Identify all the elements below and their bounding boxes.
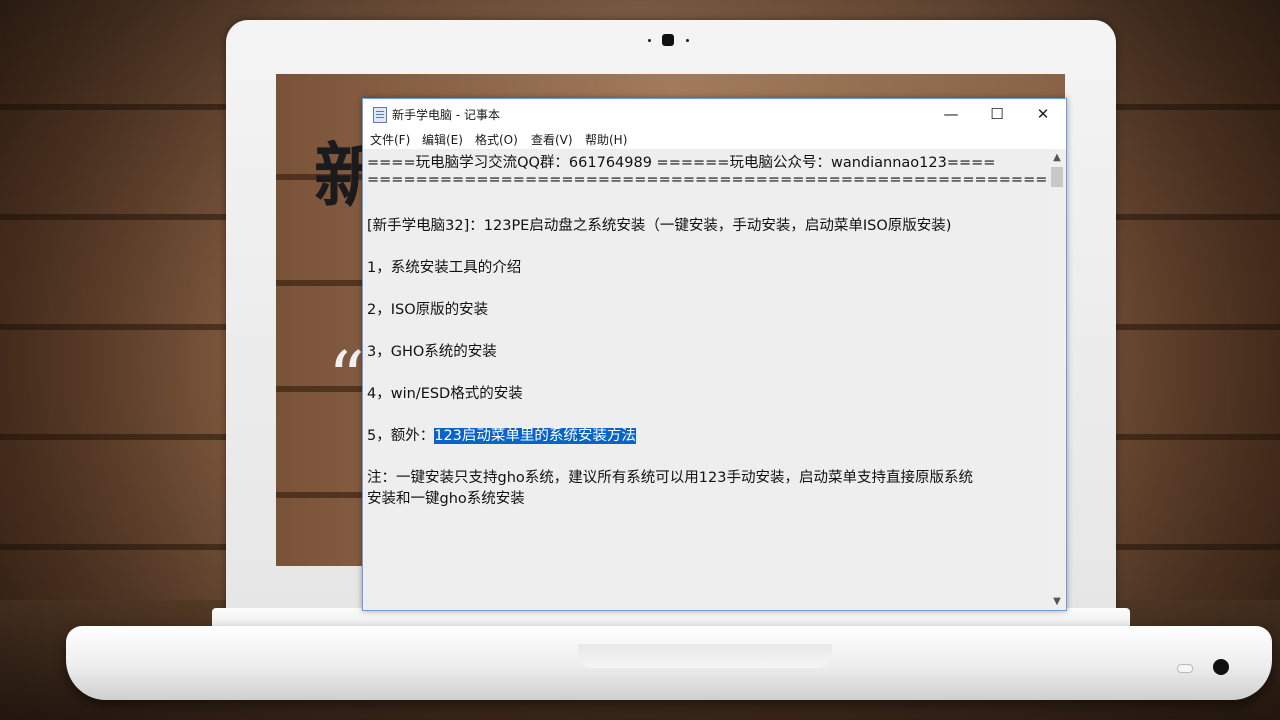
list-item: 3，GHO系统的安装 bbox=[367, 344, 497, 360]
separator-line: ========================================… bbox=[367, 172, 1060, 188]
notepad-window: 新手学电脑 - 记事本 — ☐ ✕ 文件(F) 编辑(E) 格式(O) 查看(V… bbox=[362, 98, 1067, 611]
selected-text[interactable]: 123启动菜单里的系统安装方法 bbox=[434, 428, 636, 444]
document-title-line: [新手学电脑32]：123PE启动盘之系统安装（一键安装，手动安装，启动菜单IS… bbox=[367, 218, 952, 234]
menu-bar: 文件(F) 编辑(E) 格式(O) 查看(V) 帮助(H) bbox=[363, 129, 1066, 149]
minimize-button[interactable]: — bbox=[928, 99, 974, 129]
webcam-icon bbox=[662, 34, 674, 46]
scroll-thumb[interactable] bbox=[1051, 167, 1063, 187]
title-bar[interactable]: 新手学电脑 - 记事本 — ☐ ✕ bbox=[363, 99, 1066, 129]
vertical-scrollbar[interactable]: ▲ ▼ bbox=[1049, 149, 1065, 609]
menu-help[interactable]: 帮助(H) bbox=[585, 131, 627, 148]
list-item-5-prefix: 5，额外： bbox=[367, 428, 435, 444]
menu-file[interactable]: 文件(F) bbox=[370, 131, 410, 148]
camera-sensor-dot bbox=[686, 39, 689, 42]
notepad-icon bbox=[373, 107, 387, 123]
list-item: 1，系统安装工具的介绍 bbox=[367, 260, 522, 276]
text-editor-area[interactable]: ====玩电脑学习交流QQ群：661764989 ======玩电脑公众号：wa… bbox=[364, 149, 1060, 609]
note-line: 安装和一键gho系统安装 bbox=[367, 491, 525, 507]
maximize-button[interactable]: ☐ bbox=[974, 99, 1020, 129]
close-button[interactable]: ✕ bbox=[1020, 99, 1066, 129]
camera-sensor-dot bbox=[648, 39, 651, 42]
menu-format[interactable]: 格式(O) bbox=[475, 131, 518, 148]
list-item-5: 5，额外：123启动菜单里的系统安装方法 bbox=[367, 424, 636, 445]
menu-edit[interactable]: 编辑(E) bbox=[422, 131, 463, 148]
window-title: 新手学电脑 - 记事本 bbox=[392, 108, 500, 122]
laptop-hinge-notch bbox=[578, 644, 832, 668]
scroll-up-icon[interactable]: ▲ bbox=[1049, 149, 1065, 165]
background-quote-mark: “ bbox=[328, 336, 365, 420]
power-button-icon bbox=[1213, 659, 1229, 675]
note-line: 注：一键安装只支持gho系统，建议所有系统可以用123手动安装，启动菜单支持直接… bbox=[367, 470, 973, 486]
header-line: ====玩电脑学习交流QQ群：661764989 ======玩电脑公众号：wa… bbox=[367, 155, 996, 171]
list-item: 2，ISO原版的安装 bbox=[367, 302, 489, 318]
menu-view[interactable]: 查看(V) bbox=[531, 131, 573, 148]
status-led-icon bbox=[1177, 664, 1193, 673]
list-item: 4，win/ESD格式的安装 bbox=[367, 386, 523, 402]
scroll-down-icon[interactable]: ▼ bbox=[1049, 593, 1065, 609]
